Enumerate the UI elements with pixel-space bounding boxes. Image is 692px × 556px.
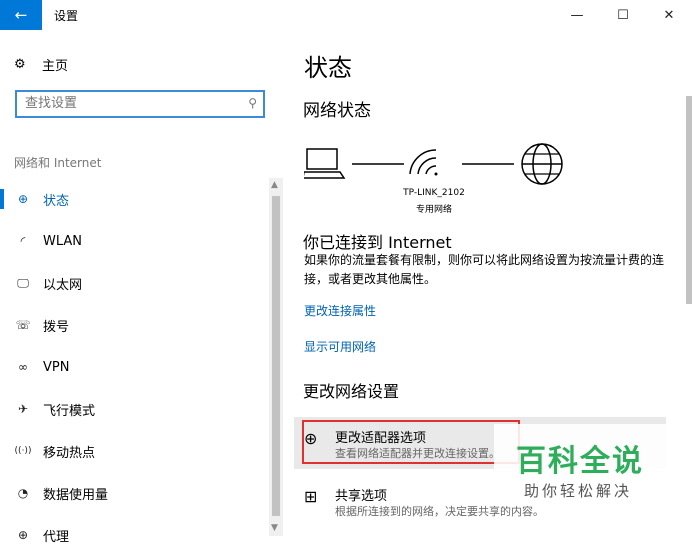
wifi-icon: ◜ bbox=[20, 234, 26, 248]
watermark: 百科全说 助你轻松解决 bbox=[494, 424, 666, 506]
wifi-router-icon bbox=[409, 149, 438, 176]
sidebar-item-label: 以太网 bbox=[43, 277, 83, 293]
airplane-icon: ✈ bbox=[17, 402, 29, 416]
dialup-icon: ☏ bbox=[15, 318, 31, 332]
minimize-button[interactable]: — bbox=[554, 0, 600, 30]
title-bar: ← 设置 — ☐ ✕ bbox=[0, 0, 692, 30]
gear-icon: ⚙ bbox=[14, 57, 26, 72]
back-arrow-icon: ← bbox=[14, 6, 28, 24]
sidebar-item-dialup[interactable]: ☏ 拨号 bbox=[0, 304, 270, 346]
sidebar-scroll-thumb[interactable] bbox=[272, 196, 280, 516]
data-usage-icon: ◔ bbox=[17, 486, 29, 500]
scroll-down-icon[interactable]: ▼ bbox=[271, 523, 278, 533]
window-title: 设置 bbox=[54, 9, 79, 23]
sidebar-item-airplane-mode[interactable]: ✈ 飞行模式 bbox=[0, 388, 270, 430]
sidebar-item-label: WLAN bbox=[43, 233, 83, 249]
connected-heading: 你已连接到 Internet bbox=[303, 233, 452, 252]
network-diagram-graphic bbox=[304, 143, 563, 185]
watermark-subtitle: 助你轻松解决 bbox=[524, 482, 633, 500]
sidebar-item-vpn[interactable]: ∞ VPN bbox=[0, 346, 270, 388]
main-scrollbar-thumb[interactable] bbox=[686, 96, 692, 304]
sidebar-item-proxy[interactable]: ⊕ 代理 bbox=[0, 514, 270, 556]
sidebar: ⚙ 主页 ⚲ 网络和 Internet ⊕ 状态 ◜ WLAN 🖵 以太网 ☏ … bbox=[0, 30, 284, 545]
search-icon[interactable]: ⚲ bbox=[248, 96, 257, 110]
sidebar-item-label: 状态 bbox=[43, 193, 70, 209]
vpn-icon: ∞ bbox=[18, 360, 28, 374]
router-name: TP-LINK_2102 bbox=[403, 188, 465, 198]
page-title: 状态 bbox=[304, 54, 352, 82]
sidebar-item-label: 拨号 bbox=[43, 319, 70, 335]
ethernet-icon: 🖵 bbox=[17, 275, 29, 290]
sharing-icon: ⊞ bbox=[304, 487, 318, 506]
sidebar-item-label: 飞行模式 bbox=[43, 403, 96, 419]
active-indicator bbox=[0, 189, 4, 209]
back-button[interactable]: ← bbox=[0, 0, 42, 30]
change-network-settings-heading: 更改网络设置 bbox=[303, 382, 400, 401]
scroll-up-icon[interactable]: ▲ bbox=[271, 180, 278, 190]
sidebar-item-label: VPN bbox=[43, 359, 70, 375]
show-available-networks-link[interactable]: 显示可用网络 bbox=[304, 338, 376, 355]
sidebar-item-label: 移动热点 bbox=[43, 445, 96, 461]
network-diagram: TP-LINK_2102 专用网络 bbox=[304, 142, 574, 222]
globe-status-icon: ⊕ bbox=[17, 192, 29, 206]
home-label: 主页 bbox=[42, 59, 69, 74]
sidebar-item-ethernet[interactable]: 🖵 以太网 bbox=[0, 262, 270, 304]
home-nav-item[interactable]: ⚙ 主页 bbox=[14, 55, 68, 74]
sidebar-item-status[interactable]: ⊕ 状态 bbox=[0, 178, 270, 220]
close-icon: ✕ bbox=[663, 7, 675, 23]
router-network-type: 专用网络 bbox=[415, 205, 452, 215]
sidebar-item-wlan[interactable]: ◜ WLAN bbox=[0, 220, 270, 262]
proxy-icon: ⊕ bbox=[17, 528, 29, 542]
laptop-icon bbox=[304, 148, 346, 179]
sidebar-scrollbar[interactable]: ▲ ▼ bbox=[269, 178, 283, 536]
internet-globe-icon bbox=[521, 143, 563, 185]
connected-description: 如果你的流量套餐有限制，则你可以将此网络设置为按流量计费的连接，或者更改其他属性… bbox=[304, 253, 665, 286]
sidebar-nav: ⊕ 状态 ◜ WLAN 🖵 以太网 ☏ 拨号 ∞ VPN ✈ 飞行模式 ((·)… bbox=[0, 178, 270, 556]
sidebar-item-label: 代理 bbox=[43, 529, 70, 545]
network-status-heading: 网络状态 bbox=[303, 101, 371, 121]
sidebar-item-label: 数据使用量 bbox=[43, 487, 109, 503]
close-button[interactable]: ✕ bbox=[646, 0, 692, 30]
maximize-button[interactable]: ☐ bbox=[600, 0, 646, 30]
sidebar-item-mobile-hotspot[interactable]: ((·)) 移动热点 bbox=[0, 430, 270, 472]
option-title: 共享选项 bbox=[335, 489, 388, 504]
minimize-icon: — bbox=[570, 7, 584, 23]
maximize-icon: ☐ bbox=[617, 7, 629, 23]
sidebar-item-data-usage[interactable]: ◔ 数据使用量 bbox=[0, 472, 270, 514]
change-connection-properties-link[interactable]: 更改连接属性 bbox=[304, 302, 376, 319]
hotspot-icon: ((·)) bbox=[14, 446, 32, 456]
watermark-title: 百科全说 bbox=[516, 444, 644, 479]
search-input[interactable] bbox=[23, 95, 237, 112]
search-box[interactable]: ⚲ bbox=[15, 90, 265, 118]
section-label: 网络和 Internet bbox=[14, 156, 102, 170]
red-highlight-box bbox=[302, 420, 520, 464]
